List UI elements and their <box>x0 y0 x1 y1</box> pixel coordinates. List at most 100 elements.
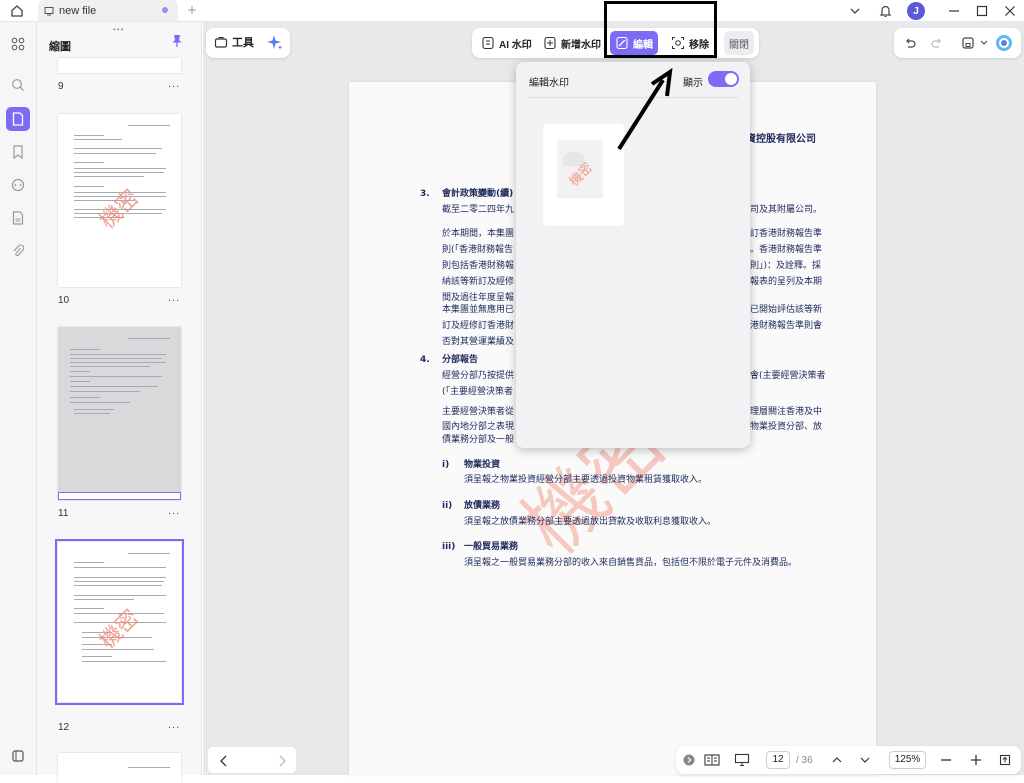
bookmark-icon[interactable] <box>6 140 30 164</box>
zoom-level[interactable]: 125% <box>889 751 926 769</box>
paragraph-3-line: 訂及經修訂香港財 <box>442 321 515 331</box>
close-watermark-button[interactable]: 關閉 <box>724 31 754 55</box>
ai-sparkle-icon[interactable] <box>266 34 284 52</box>
page-thumbnail-11[interactable] <box>58 327 181 500</box>
chevron-up-icon[interactable] <box>829 752 845 768</box>
paperclip-icon[interactable] <box>6 239 30 263</box>
page-thumbnail-9[interactable] <box>58 58 181 73</box>
close-window-icon[interactable] <box>1002 3 1018 19</box>
page-total: / 36 <box>796 755 813 766</box>
page-number-input[interactable]: 12 <box>766 751 790 769</box>
highlight-rectangle <box>604 1 717 58</box>
paragraph-2-right: 報表的呈列及本期 <box>750 277 823 287</box>
collapse-arrow-icon[interactable] <box>681 752 697 768</box>
prev-page-icon[interactable] <box>216 753 232 769</box>
save-chevron-icon[interactable] <box>976 35 992 51</box>
layers-icon[interactable] <box>6 744 30 768</box>
page-thumbnail-icon[interactable] <box>6 107 30 131</box>
paragraph-3-line: 本集團並無應用已 <box>442 305 515 315</box>
page-number: 10 <box>58 295 70 306</box>
page-nav-arrows <box>207 746 297 774</box>
attachment-page-icon[interactable] <box>6 206 30 230</box>
page-thumbnail-10[interactable]: 機密 <box>58 114 181 287</box>
page-thumbnail-12[interactable]: 機密 <box>55 539 184 705</box>
fit-page-icon[interactable] <box>997 752 1013 768</box>
annotation-arrow-icon <box>617 67 673 151</box>
tools-toolbar: 工具 <box>206 28 290 58</box>
item-i-text: 須呈報之物業投資經營分部主要透過投資物業租賃獲取收入。 <box>464 475 708 485</box>
tools-button[interactable]: 工具 <box>214 34 254 50</box>
zoom-out-icon[interactable] <box>938 752 954 768</box>
item-ii-number: ii) <box>442 501 453 511</box>
item-ii-text: 須呈報之放債業務分部主要透過放出貸款及收取利息獲取收入。 <box>464 517 717 527</box>
title-bar: new file + J <box>0 0 1024 22</box>
page-number: 9 <box>58 81 64 92</box>
thumbnail-panel: ••• 縮圖 9 ... 機密 10 ... 11 ... 機密 12 ... <box>37 22 202 783</box>
user-avatar[interactable]: J <box>907 2 925 20</box>
paragraph-4-right: 會(主要經營決策者 <box>750 371 826 381</box>
home-icon[interactable] <box>6 1 28 21</box>
add-watermark-icon <box>543 36 557 50</box>
item-iii-title: 一般貿易業務 <box>464 542 519 552</box>
add-watermark-button[interactable]: 新增水印 <box>538 31 606 55</box>
show-watermark-toggle[interactable] <box>708 71 739 87</box>
section-3-title: 會計政策變動(續) <box>442 189 514 199</box>
paragraph-5-line: 主要經營決策者從 <box>442 407 515 417</box>
left-icon-rail <box>0 22 37 775</box>
paragraph-5-right: 理層關注香港及中 <box>750 407 823 417</box>
section-4-number: 4. <box>420 355 430 365</box>
paragraph-2-right: 訂香港財務報告準 <box>750 229 823 239</box>
paragraph-5-line: 債業務分部及一般 <box>442 435 515 445</box>
new-tab-button[interactable]: + <box>184 1 200 21</box>
bell-icon[interactable] <box>877 3 893 19</box>
paragraph-4-line: 經營分部乃按提供 <box>442 371 515 381</box>
thumbnail-watermark: 機密 <box>95 605 145 655</box>
tools-label: 工具 <box>232 37 254 49</box>
reading-mode-icon[interactable] <box>704 752 720 768</box>
chevron-down-icon[interactable] <box>857 752 873 768</box>
paragraph-1-right: 司及其附屬公司。 <box>750 205 823 215</box>
panel-resize-grip[interactable]: ••• <box>113 25 124 34</box>
presentation-icon[interactable] <box>734 752 750 768</box>
thumbnail-watermark: 機密 <box>95 185 145 235</box>
page-thumbnail-13[interactable] <box>58 753 181 783</box>
zoom-in-icon[interactable] <box>968 752 984 768</box>
page-more-button[interactable]: ... <box>168 719 180 731</box>
chevron-down-icon[interactable] <box>847 3 863 19</box>
paragraph-2-line: 則(「香港財務報告 <box>442 245 514 255</box>
page-more-button[interactable]: ... <box>168 505 180 517</box>
page-number: 12 <box>58 722 70 733</box>
maximize-icon[interactable] <box>974 3 990 19</box>
paragraph-2-line: 則包括香港財務報 <box>442 261 515 271</box>
item-iii-text: 須呈報之一般貿易業務分部的收入來自銷售貨品，包括但不限於電子元件及消費品。 <box>464 558 798 568</box>
save-icon[interactable] <box>960 35 976 51</box>
page-number: 11 <box>58 508 69 519</box>
unsaved-dot <box>162 7 168 13</box>
popup-title: 編輯水印 <box>529 78 569 89</box>
ai-watermark-button[interactable]: AI 水印 <box>476 31 537 55</box>
paragraph-2-line: 於本期間，本集團 <box>442 229 515 239</box>
pin-icon[interactable] <box>171 34 183 48</box>
tab-title: new file <box>59 4 97 17</box>
page-more-button[interactable]: ... <box>168 78 180 90</box>
comment-icon[interactable] <box>6 173 30 197</box>
grid-icon[interactable] <box>6 32 30 56</box>
right-toolbar <box>894 28 1021 58</box>
item-i-title: 物業投資 <box>464 460 501 470</box>
minimize-icon[interactable] <box>946 3 962 19</box>
document-tab[interactable]: new file <box>38 0 178 21</box>
ai-watermark-icon <box>481 36 495 50</box>
paragraph-2-right: 。香港財務報告準 <box>750 245 823 255</box>
paragraph-2-line: 納該等新訂及經修 <box>442 277 515 287</box>
page-more-button[interactable]: ... <box>168 292 180 304</box>
bottom-bar: 12 / 36 125% <box>676 746 1021 774</box>
search-icon[interactable] <box>6 73 30 97</box>
redo-icon[interactable] <box>929 35 945 51</box>
paragraph-4-line: (「主要經營決策者 <box>442 387 514 397</box>
paragraph-3-right: 已開始評估該等新 <box>750 305 823 315</box>
ai-assistant-icon[interactable] <box>994 33 1014 53</box>
undo-icon[interactable] <box>902 35 918 51</box>
paragraph-3-right: 港財務報告準則會 <box>750 321 823 331</box>
next-page-icon[interactable] <box>274 753 290 769</box>
toolbox-icon <box>214 35 228 49</box>
